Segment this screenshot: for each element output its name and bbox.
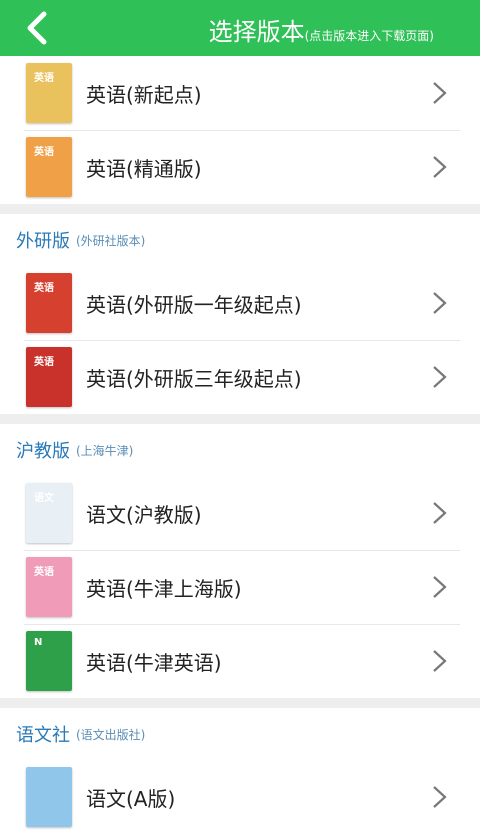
section-title: 外研版: [16, 231, 70, 252]
version-label: 英语(精通版): [86, 156, 202, 181]
version-list: 英语 英语(新起点) 英语 英语(精通版) 外研版 (外研社版本) 英语 英语(外研版一年级起…: [0, 56, 480, 834]
book-cover-thumbnail: 英语: [26, 273, 72, 333]
version-label: 英语(新起点): [86, 82, 202, 107]
chevron-right-icon: [433, 786, 447, 808]
section-divider: [0, 698, 480, 708]
cover-tag: 英语: [34, 73, 54, 84]
book-cover-thumbnail: 语文: [26, 483, 72, 543]
version-item[interactable]: N 英语(牛津英语): [0, 624, 480, 698]
section-header: 沪教版 (上海牛津): [0, 424, 480, 476]
version-item[interactable]: 英语英语(外研版一年级起点): [0, 266, 480, 340]
version-item[interactable]: 语文语文(沪教版): [0, 476, 480, 550]
version-label: 英语(外研版一年级起点): [86, 292, 302, 317]
cover-tag: 英语: [34, 283, 54, 294]
version-item[interactable]: 英语英语(外研版三年级起点): [0, 340, 480, 414]
section-divider: [0, 414, 480, 424]
version-item[interactable]: 英语英语(牛津上海版): [0, 550, 480, 624]
cover-tag: 英语: [34, 357, 54, 368]
version-item[interactable]: 英语英语(新起点): [0, 56, 480, 130]
book-cover-thumbnail: 英语: [26, 347, 72, 407]
section-title: 沪教版: [16, 441, 70, 462]
section-subtitle: (上海牛津): [76, 443, 134, 458]
book-cover-thumbnail: 英语: [26, 137, 72, 197]
version-item[interactable]: 英语英语(精通版): [0, 130, 480, 204]
chevron-right-icon: [433, 576, 447, 598]
chevron-right-icon: [433, 366, 447, 388]
version-label: 语文(A版): [86, 786, 176, 811]
book-cover-thumbnail: [26, 767, 72, 827]
section-subtitle: (语文出版社): [76, 727, 146, 742]
book-cover-thumbnail: 英语: [26, 63, 72, 123]
cover-tag: 语文: [34, 493, 54, 504]
back-arrow-icon[interactable]: [20, 8, 54, 48]
chevron-right-icon: [433, 502, 447, 524]
chevron-right-icon: [433, 650, 447, 672]
section-divider: [0, 204, 480, 214]
app-header: 选择版本(点击版本进入下载页面): [0, 0, 480, 56]
version-label: 语文(沪教版): [86, 502, 202, 527]
version-label: 英语(牛津英语): [86, 650, 222, 675]
cover-tag: 英语: [34, 567, 54, 578]
version-label: 英语(牛津上海版): [86, 576, 242, 601]
section-title: 语文社: [16, 725, 70, 746]
book-cover-thumbnail: 英语: [26, 557, 72, 617]
chevron-right-icon: [433, 292, 447, 314]
chevron-right-icon: [433, 156, 447, 178]
chevron-right-icon: [433, 82, 447, 104]
cover-tag: 英语: [34, 147, 54, 158]
section-header: 外研版 (外研社版本): [0, 214, 480, 266]
section-subtitle: (外研社版本): [76, 233, 146, 248]
cover-tag: N: [34, 637, 43, 648]
version-item[interactable]: 语文(A版): [0, 760, 480, 834]
section-header: 语文社 (语文出版社): [0, 708, 480, 760]
book-cover-thumbnail: N: [26, 631, 72, 691]
page-title: 选择版本(点击版本进入下载页面): [208, 18, 434, 46]
version-label: 英语(外研版三年级起点): [86, 366, 302, 391]
